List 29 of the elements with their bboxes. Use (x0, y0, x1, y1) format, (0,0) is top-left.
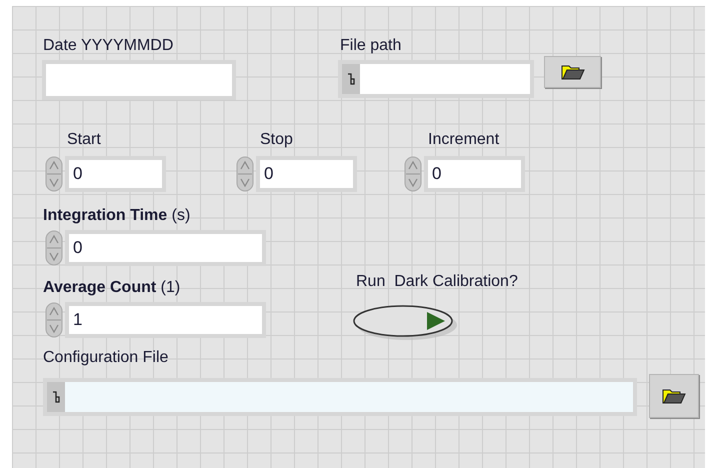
control-label: Configuration File (43, 348, 170, 368)
spinner-control[interactable] (404, 156, 422, 192)
spinner-control[interactable] (236, 156, 254, 192)
folder-icon (560, 64, 584, 80)
numeric-field[interactable]: 0 (256, 156, 357, 192)
control-label: Run Dark Calibration? (356, 272, 518, 292)
toggle-switch[interactable] (353, 304, 459, 342)
browse-button[interactable] (649, 374, 699, 418)
numeric-field[interactable]: 0 (424, 156, 525, 192)
control-label: Average Count (1) (43, 278, 182, 298)
control-label: File path (340, 36, 402, 56)
control-label: Start (67, 130, 102, 150)
folder-icon (662, 388, 686, 404)
numeric-field[interactable]: 0 (65, 230, 266, 266)
browse-button[interactable] (544, 56, 601, 88)
control-label: Increment (428, 130, 500, 150)
control-label: Date YYYYMMDD (43, 36, 174, 56)
control-label: Integration Time (s) (43, 206, 192, 226)
control-label: Stop (260, 130, 294, 150)
numeric-field[interactable]: 1 (65, 302, 266, 338)
path-icon (52, 391, 60, 403)
numeric-field[interactable]: 0 (65, 156, 166, 192)
path-field[interactable] (43, 378, 637, 416)
spinner-control[interactable] (45, 230, 63, 266)
path-field[interactable] (338, 60, 534, 98)
spinner-control[interactable] (45, 302, 63, 338)
spinner-control[interactable] (45, 156, 63, 192)
text-field[interactable] (42, 60, 236, 100)
path-icon (347, 73, 355, 85)
